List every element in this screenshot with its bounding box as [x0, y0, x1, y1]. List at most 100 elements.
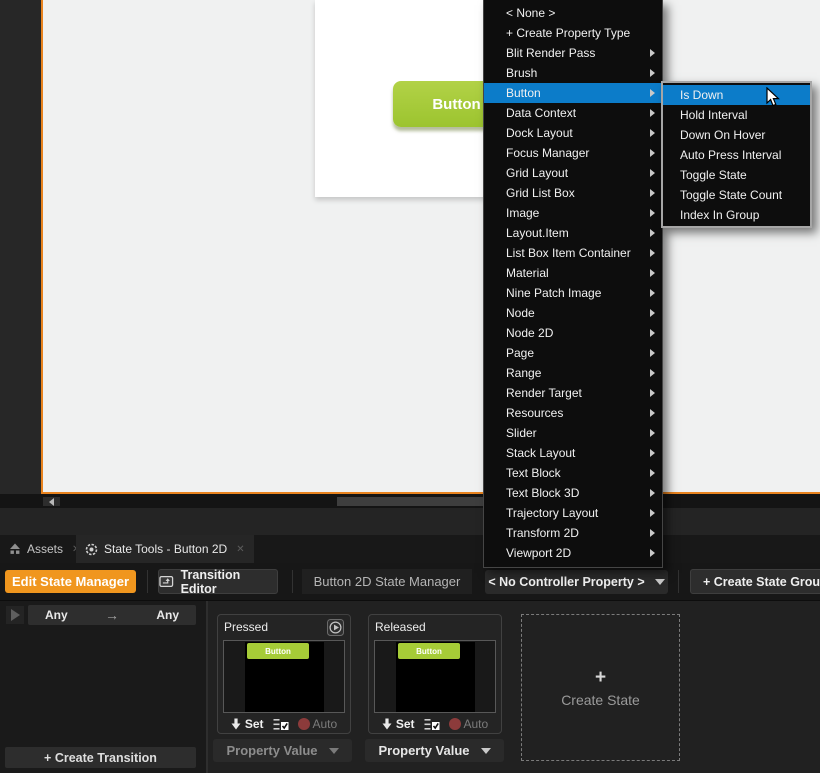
edit-state-manager-button[interactable]: Edit State Manager — [5, 570, 136, 593]
canvas-button-label: Button — [432, 96, 480, 113]
menu-item-trajectory-layout[interactable]: Trajectory Layout — [484, 503, 662, 523]
property-value-dropdown-released[interactable]: Property Value — [365, 739, 504, 762]
menu-item-node[interactable]: Node — [484, 303, 662, 323]
menu-item-page[interactable]: Page — [484, 343, 662, 363]
chevron-down-icon — [655, 579, 665, 585]
menu-item-text-block[interactable]: Text Block — [484, 463, 662, 483]
menu-item-resources[interactable]: Resources — [484, 403, 662, 423]
submenu-arrow-icon — [650, 209, 655, 217]
tab-state-tools[interactable]: State Tools - Button 2D ✕ — [76, 535, 254, 563]
transition-any-to-any[interactable]: Any → Any — [28, 605, 196, 625]
menu-item-create-property-type[interactable]: + Create Property Type — [484, 23, 662, 43]
state-pressed-preview: Button — [223, 640, 345, 713]
submenu-item-index-in-group[interactable]: Index In Group — [663, 205, 810, 225]
menu-item-material[interactable]: Material — [484, 263, 662, 283]
submenu-arrow-icon — [650, 229, 655, 237]
plus-icon: + — [595, 667, 606, 689]
menu-item-data-context[interactable]: Data Context — [484, 103, 662, 123]
auto-toggle[interactable]: Auto — [298, 717, 338, 731]
menu-item-render-target[interactable]: Render Target — [484, 383, 662, 403]
menu-item-label: Viewport 2D — [506, 546, 571, 560]
set-button[interactable]: Set — [231, 717, 264, 731]
play-transition-button[interactable] — [6, 606, 24, 624]
submenu-item-auto-press-interval[interactable]: Auto Press Interval — [663, 145, 810, 165]
submenu-arrow-icon — [650, 169, 655, 177]
menu-item-list-box-item-container[interactable]: List Box Item Container — [484, 243, 662, 263]
menu-item-label: Text Block — [506, 466, 561, 480]
create-state-group-button[interactable]: + Create State Group — [690, 569, 820, 594]
menu-item-label: Render Target — [506, 386, 582, 400]
edit-properties-icon[interactable] — [273, 718, 289, 731]
menu-item-text-block-3d[interactable]: Text Block 3D — [484, 483, 662, 503]
state-pressed-title: Pressed — [224, 620, 268, 634]
menu-item-transform-2d[interactable]: Transform 2D — [484, 523, 662, 543]
menu-item-stack-layout[interactable]: Stack Layout — [484, 443, 662, 463]
submenu-item-is-down[interactable]: Is Down — [663, 85, 810, 105]
auto-toggle[interactable]: Auto — [449, 717, 489, 731]
menu-item-label: Transform 2D — [506, 526, 579, 540]
create-state-group-label: + Create State Group — [703, 575, 820, 589]
submenu-item-toggle-state[interactable]: Toggle State — [663, 165, 810, 185]
menu-item-viewport-2d[interactable]: Viewport 2D — [484, 543, 662, 563]
menu-item-grid-layout[interactable]: Grid Layout — [484, 163, 662, 183]
menu-item-label: Node 2D — [506, 326, 553, 340]
property-value-dropdown-pressed[interactable]: Property Value — [213, 739, 352, 762]
scroll-left-button[interactable] — [43, 497, 60, 506]
submenu-item-toggle-state-count[interactable]: Toggle State Count — [663, 185, 810, 205]
menu-item-label: Data Context — [506, 106, 576, 120]
set-label: Set — [245, 717, 264, 731]
state-card-pressed[interactable]: Pressed Button Se — [217, 614, 351, 734]
submenu-item-hold-interval[interactable]: Hold Interval — [663, 105, 810, 125]
submenu-arrow-icon — [650, 429, 655, 437]
submenu-arrow-icon — [650, 469, 655, 477]
menu-item-grid-list-box[interactable]: Grid List Box — [484, 183, 662, 203]
submenu-item-down-on-hover[interactable]: Down On Hover — [663, 125, 810, 145]
submenu-arrow-icon — [650, 189, 655, 197]
submenu-arrow-icon — [650, 89, 655, 97]
play-icon — [11, 609, 20, 621]
auto-record-icon — [449, 718, 461, 730]
preview-button: Button — [398, 643, 460, 659]
submenu-arrow-icon — [650, 109, 655, 117]
create-transition-label: + Create Transition — [44, 751, 157, 765]
property-value-label: Property Value — [378, 743, 469, 758]
create-transition-button[interactable]: + Create Transition — [5, 747, 196, 768]
transition-editor-button[interactable]: Transition Editor — [158, 569, 278, 594]
kanzi-studio-window: Button Assets ✕ State Tools - Button 2D … — [0, 0, 820, 773]
preview-state-icon[interactable] — [327, 619, 344, 636]
assets-icon — [9, 543, 21, 555]
submenu-item-label: Auto Press Interval — [680, 148, 781, 162]
state-manager-name-label: Button 2D State Manager — [302, 569, 472, 594]
menu-item-none[interactable]: < None > — [484, 3, 662, 23]
edit-properties-icon[interactable] — [424, 718, 440, 731]
menu-item-label: Dock Layout — [506, 126, 573, 140]
menu-item-layout-item[interactable]: Layout.Item — [484, 223, 662, 243]
state-card-released[interactable]: Released Button Set — [368, 614, 502, 734]
menu-item-label: Grid List Box — [506, 186, 575, 200]
menu-item-focus-manager[interactable]: Focus Manager — [484, 143, 662, 163]
menu-item-blit-render-pass[interactable]: Blit Render Pass — [484, 43, 662, 63]
menu-item-nine-patch-image[interactable]: Nine Patch Image — [484, 283, 662, 303]
menu-item-range[interactable]: Range — [484, 363, 662, 383]
menu-item-brush[interactable]: Brush — [484, 63, 662, 83]
set-button[interactable]: Set — [382, 717, 415, 731]
set-label: Set — [396, 717, 415, 731]
state-tools-toolbar: Edit State Manager Transition Editor But… — [0, 563, 820, 600]
toolbar-separator — [292, 570, 293, 593]
create-state-button[interactable]: + Create State — [521, 614, 680, 761]
property-type-menu: < None >+ Create Property TypeBlit Rende… — [483, 0, 663, 568]
state-card-pressed-header: Pressed — [218, 615, 350, 639]
controller-property-dropdown[interactable]: < No Controller Property > — [485, 570, 668, 594]
menu-item-slider[interactable]: Slider — [484, 423, 662, 443]
menu-item-node-2d[interactable]: Node 2D — [484, 323, 662, 343]
menu-item-dock-layout[interactable]: Dock Layout — [484, 123, 662, 143]
menu-item-label: Page — [506, 346, 534, 360]
preview-button-label: Button — [265, 647, 291, 656]
submenu-arrow-icon — [650, 289, 655, 297]
mouse-cursor — [766, 87, 781, 108]
submenu-arrow-icon — [650, 549, 655, 557]
menu-item-image[interactable]: Image — [484, 203, 662, 223]
menu-item-button[interactable]: Button — [484, 83, 662, 103]
tab-state-tools-close-icon[interactable]: ✕ — [236, 544, 244, 555]
menu-item-label: Material — [506, 266, 549, 280]
